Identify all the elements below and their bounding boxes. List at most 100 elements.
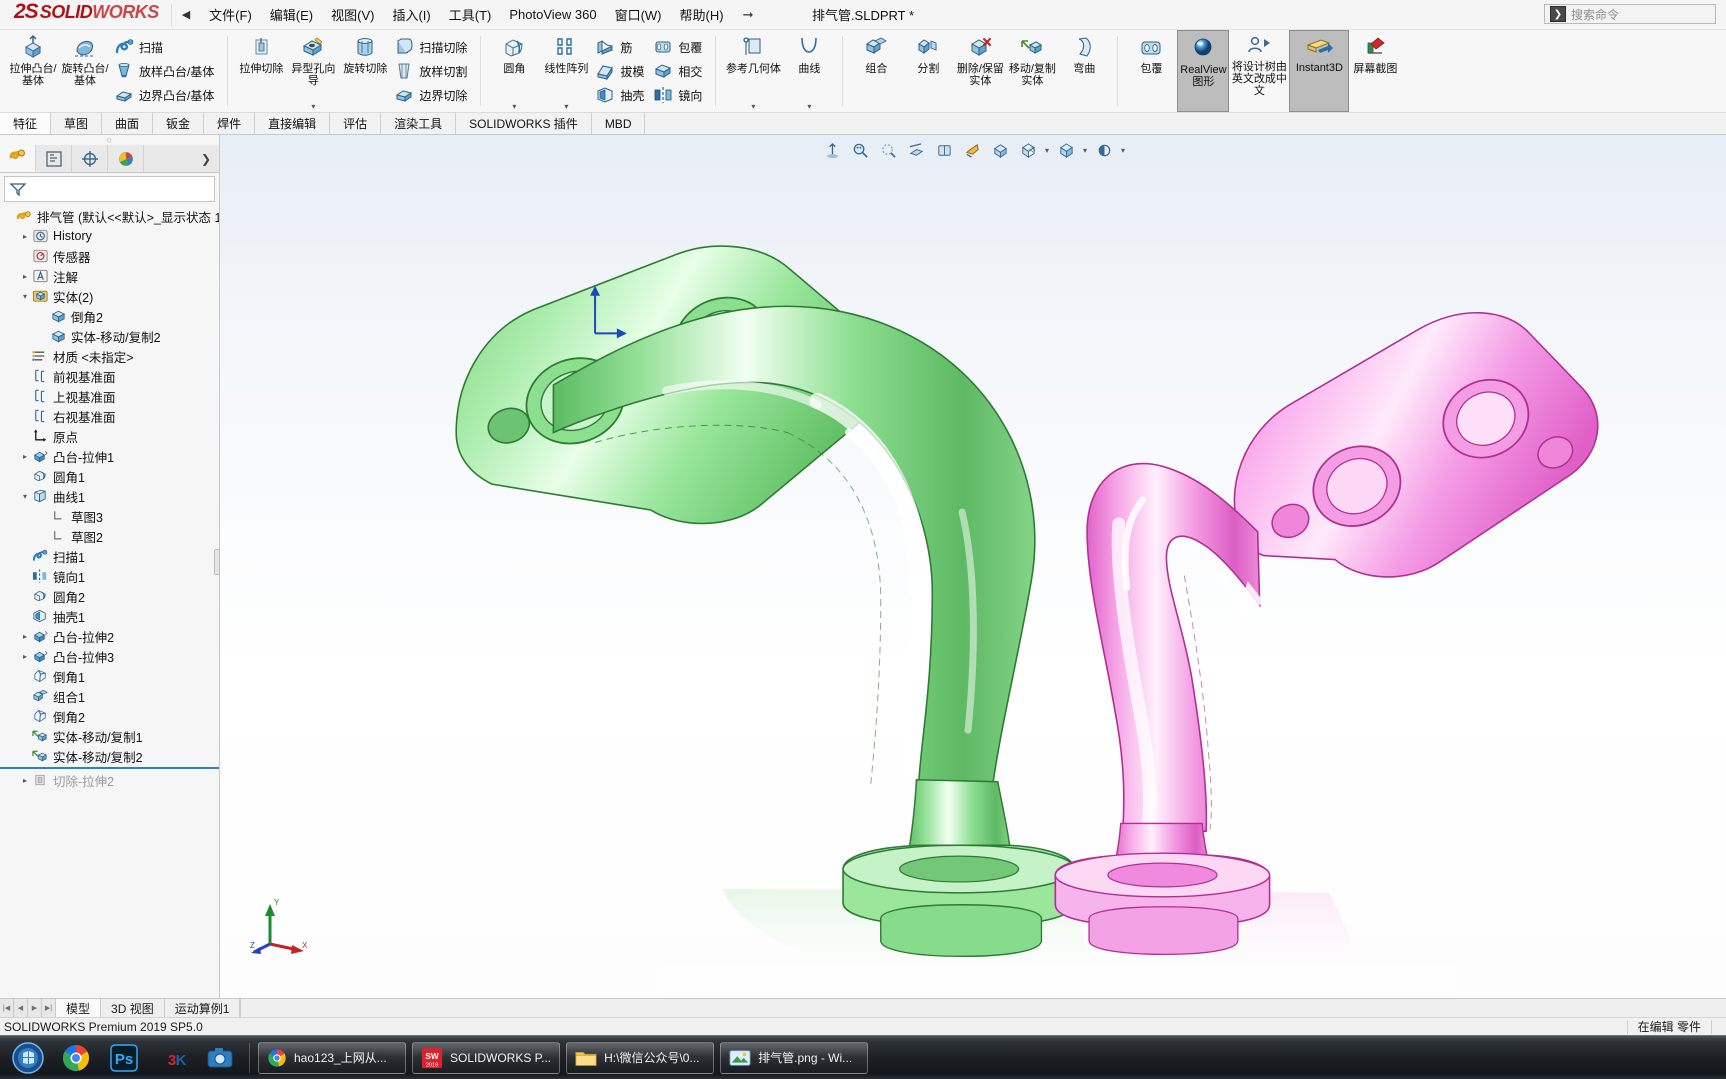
graphics-area[interactable]: ▾ ▾ ▾ Y X Z xyxy=(220,135,1726,998)
menu-item-help[interactable]: 帮助(H) xyxy=(671,0,733,29)
taskbar-item-solidworks[interactable]: SW 2019 SOLIDWORKS P... xyxy=(412,1041,561,1074)
curves-button[interactable]: 曲线 ▾ xyxy=(783,30,835,112)
shell-button[interactable]: 抽壳 xyxy=(592,83,650,107)
linear-pattern-caret-icon[interactable]: ▾ xyxy=(564,102,568,111)
feature-tree-item[interactable]: 圆角2 xyxy=(0,586,219,606)
boundary-cut-button[interactable]: 边界切除 xyxy=(391,83,473,107)
tab-features[interactable]: 特征 xyxy=(0,113,52,134)
realview-graphics-button[interactable]: RealView 图形 xyxy=(1177,30,1230,112)
tab-direct-editing[interactable]: 直接编辑 xyxy=(255,113,331,134)
feature-tree-item[interactable]: 组合1 xyxy=(0,686,219,706)
sweep-button[interactable]: 扫描 xyxy=(111,35,220,59)
tab-mbd[interactable]: MBD xyxy=(591,113,646,134)
feature-tree-item[interactable]: 倒角1 xyxy=(0,666,219,686)
reference-geometry-button[interactable]: 参考几何体 ▾ xyxy=(723,30,783,112)
quick-chrome-button[interactable] xyxy=(52,1038,100,1078)
feature-tree-item[interactable]: 排气管 (默认<<默认>_显示状态 1>) xyxy=(0,206,219,226)
move-copy-body-button[interactable]: 移动/复制实体 xyxy=(1006,30,1058,112)
feature-tree-item[interactable]: ▾ 曲线1 xyxy=(0,486,219,506)
wrap2-button[interactable]: 包覆 xyxy=(1125,30,1177,112)
taskbar-item-photo-viewer[interactable]: 排气管.png - Wi... xyxy=(720,1041,869,1074)
flex-button[interactable]: 弯曲 xyxy=(1058,30,1110,112)
bottom-tab-3d-views[interactable]: 3D 视图 xyxy=(101,999,165,1017)
fillet-caret-icon[interactable]: ▾ xyxy=(512,102,516,111)
tab-solidworks-addins[interactable]: SOLIDWORKS 插件 xyxy=(456,113,592,134)
menu-item-tools[interactable]: 工具(T) xyxy=(440,0,501,29)
feature-tree-item[interactable]: 镜向1 xyxy=(0,566,219,586)
feature-tree-item[interactable]: 上视基准面 xyxy=(0,386,219,406)
hide-show-items-button[interactable] xyxy=(987,139,1013,161)
apply-scene-caret-icon[interactable]: ▾ xyxy=(1081,146,1089,155)
menu-item-file[interactable]: 文件(F) xyxy=(200,0,261,29)
feature-tree[interactable]: 排气管 (默认<<默认>_显示状态 1>) ▸ History 传感器 ▸ 注解 ▾ 实体(2… xyxy=(0,204,219,998)
feature-tree-item[interactable]: 传感器 xyxy=(0,246,219,266)
feature-tree-item[interactable]: 材质 <未指定> xyxy=(0,346,219,366)
feature-tree-item[interactable]: ▸ 凸台-拉伸3 xyxy=(0,646,219,666)
wrap-button[interactable]: 包覆 xyxy=(650,35,708,59)
taskbar-item-chrome[interactable]: hao123_上网从... xyxy=(258,1041,406,1074)
tree-expander-icon[interactable]: ▸ xyxy=(18,272,32,281)
combine-button[interactable]: 组合 xyxy=(850,30,902,112)
zoom-to-fit-button[interactable] xyxy=(819,139,845,161)
feature-manager-tab[interactable] xyxy=(0,145,36,172)
feature-tree-item[interactable]: 右视基准面 xyxy=(0,406,219,426)
feature-tree-item[interactable]: ▸ 注解 xyxy=(0,266,219,286)
rollback-bar[interactable] xyxy=(0,767,219,769)
feature-tree-item[interactable]: 草图3 xyxy=(0,506,219,526)
extrude-cut-button[interactable]: 拉伸切除 xyxy=(235,30,287,112)
menu-item-view[interactable]: 视图(V) xyxy=(322,0,383,29)
feature-tree-item[interactable]: ▸ 切除-拉伸2 xyxy=(0,770,219,790)
feature-tree-item[interactable]: ▸ 凸台-拉伸1 xyxy=(0,446,219,466)
apply-scene-button[interactable] xyxy=(1053,139,1079,161)
tree-expander-icon[interactable]: ▸ xyxy=(18,632,32,641)
tree-expander-icon[interactable]: ▸ xyxy=(18,232,32,241)
menu-item-insert[interactable]: 插入(I) xyxy=(383,0,439,29)
feature-tree-item[interactable]: 原点 xyxy=(0,426,219,446)
menu-item-window[interactable]: 窗口(W) xyxy=(606,0,671,29)
tree-expander-icon[interactable]: ▸ xyxy=(18,652,32,661)
model-viewport[interactable] xyxy=(220,135,1726,998)
feature-tree-item[interactable]: 抽壳1 xyxy=(0,606,219,626)
feature-tree-item[interactable]: 草图2 xyxy=(0,526,219,546)
tab-sketch[interactable]: 草图 xyxy=(51,113,103,134)
rib-button[interactable]: 筋 xyxy=(592,35,650,59)
feature-tree-filter[interactable] xyxy=(4,176,215,202)
tab-sheet-metal[interactable]: 钣金 xyxy=(153,113,205,134)
tree-expander-icon[interactable]: ▸ xyxy=(18,776,32,785)
screen-capture-button[interactable]: 屏幕截图 xyxy=(1349,30,1401,112)
delete-keep-body-button[interactable]: 删除/保留实体 xyxy=(954,30,1006,112)
feature-tree-item[interactable]: 倒角2 xyxy=(0,706,219,726)
display-style-button[interactable] xyxy=(959,139,985,161)
view-settings-button[interactable] xyxy=(1091,139,1117,161)
exhaust-pipe-body-1[interactable] xyxy=(455,245,1088,989)
feature-tree-item[interactable]: 圆角1 xyxy=(0,466,219,486)
edit-appearance-button[interactable] xyxy=(1015,139,1041,161)
tab-weldments[interactable]: 焊件 xyxy=(204,113,256,134)
instant3d-button[interactable]: Instant3D xyxy=(1289,30,1350,112)
hole-wizard-caret-icon[interactable]: ▾ xyxy=(311,102,315,111)
tab-nav-last[interactable]: ▶| xyxy=(42,999,56,1017)
search-input-placeholder[interactable]: 搜索命令 xyxy=(1571,6,1619,23)
linear-pattern-button[interactable]: 线性阵列 ▾ xyxy=(540,30,592,112)
zoom-to-area-button[interactable] xyxy=(847,139,873,161)
menu-collapse-arrow-icon[interactable]: ◀ xyxy=(172,8,200,21)
feature-tree-item[interactable]: 实体-移动/复制2 xyxy=(0,326,219,346)
reference-geometry-caret-icon[interactable]: ▾ xyxy=(751,102,755,111)
loft-boss-button[interactable]: 放样凸台/基体 xyxy=(111,59,220,83)
panel-expand-arrow-icon[interactable]: ❯ xyxy=(201,145,219,172)
revolve-boss-button[interactable]: 旋转凸台/基体 xyxy=(59,30,111,112)
tab-nav-next[interactable]: ▶ xyxy=(28,999,42,1017)
tab-nav-prev[interactable]: ◀ xyxy=(14,999,28,1017)
menu-item-edit[interactable]: 编辑(E) xyxy=(261,0,322,29)
view-settings-caret-icon[interactable]: ▾ xyxy=(1119,146,1127,155)
feature-tree-item[interactable]: ▸ 凸台-拉伸2 xyxy=(0,626,219,646)
tab-surfaces[interactable]: 曲面 xyxy=(102,113,154,134)
property-manager-tab[interactable] xyxy=(36,145,72,172)
feature-tree-item[interactable]: 实体-移动/复制2 xyxy=(0,746,219,766)
bottom-tab-motion-study[interactable]: 运动算例1 xyxy=(165,999,241,1017)
tab-nav-first[interactable]: |◀ xyxy=(0,999,14,1017)
display-manager-tab[interactable] xyxy=(108,145,144,172)
feature-tree-item[interactable]: ▾ 实体(2) xyxy=(0,286,219,306)
boundary-boss-button[interactable]: 边界凸台/基体 xyxy=(111,83,220,107)
feature-tree-item[interactable]: 实体-移动/复制1 xyxy=(0,726,219,746)
